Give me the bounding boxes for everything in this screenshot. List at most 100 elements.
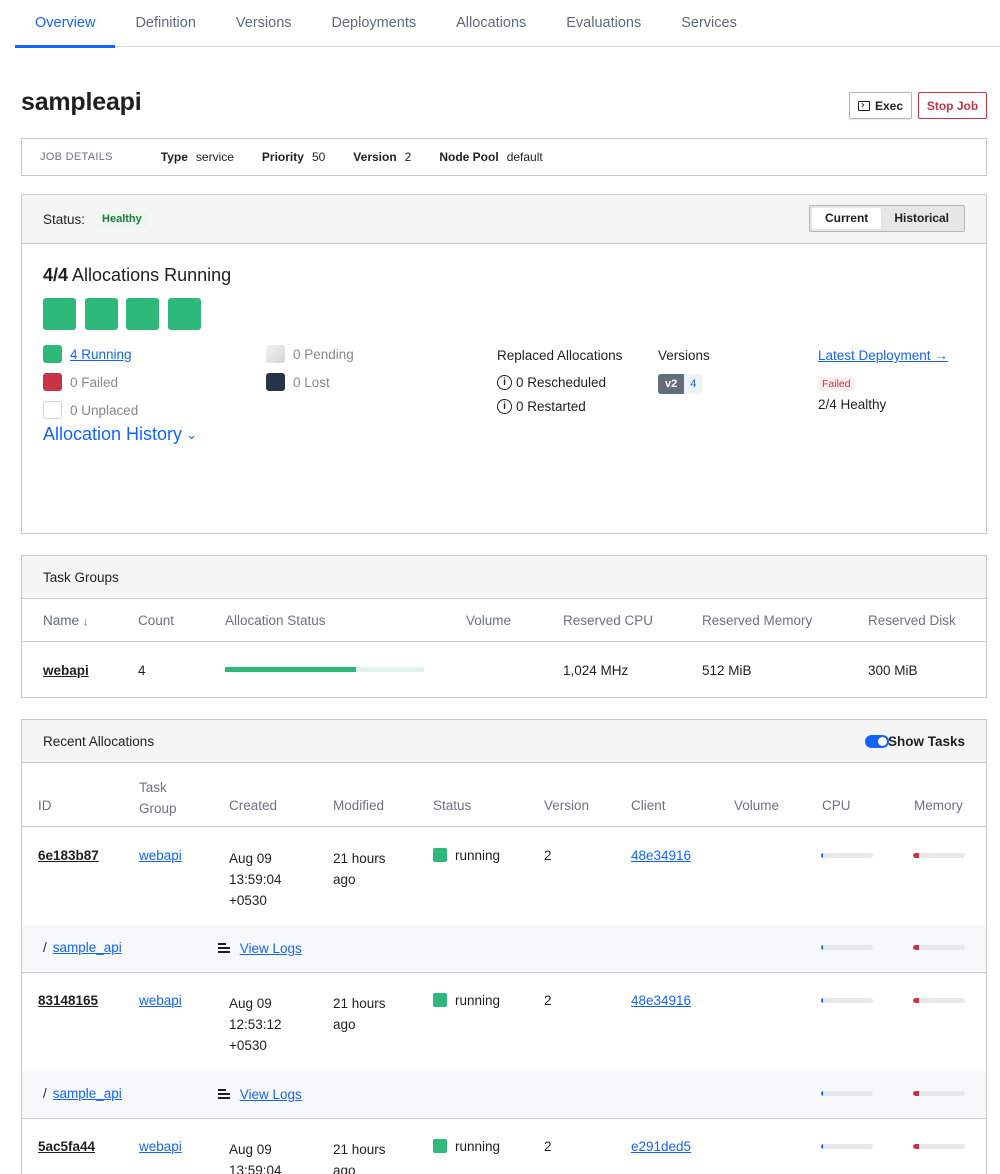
column-header-reserved-cpu[interactable]: Reserved CPU [563, 613, 653, 628]
cpu-usage-bar [821, 853, 873, 858]
restarted-count: i 0 Restarted [497, 399, 586, 414]
task-group-link[interactable]: webapi [139, 1139, 182, 1154]
cpu-usage-bar [821, 945, 873, 950]
job-details: JOB DETAILS Type service Priority 50 Versi… [21, 138, 987, 176]
memory-usage-bar [913, 1144, 965, 1149]
failed-swatch [43, 373, 62, 391]
legend-failed: 0 Failed [43, 373, 118, 391]
task-link[interactable]: sample_api [53, 940, 122, 955]
tab-deployments[interactable]: Deployments [312, 0, 437, 47]
sort-down-icon: ↓ [82, 616, 89, 628]
divider [22, 826, 986, 827]
column-header-reserved-disk[interactable]: Reserved Disk [868, 613, 956, 628]
cpu-usage-bar [821, 1144, 873, 1149]
allocation-id-link[interactable]: 5ac5fa44 [38, 1139, 95, 1154]
column-header-created[interactable]: Created [229, 798, 277, 813]
status-mode-toggle: Current Historical [808, 205, 965, 232]
stop-job-button[interactable]: Stop Job [918, 92, 987, 119]
column-header-count[interactable]: Count [138, 613, 174, 628]
column-header-modified[interactable]: Modified [333, 798, 384, 813]
allocation-block[interactable] [85, 298, 118, 330]
latest-deployment-link[interactable]: Latest Deployment → [818, 348, 948, 363]
running-status-icon [433, 1139, 447, 1153]
historical-button[interactable]: Historical [881, 208, 962, 229]
tab-services[interactable]: Services [661, 0, 757, 47]
page-title: sampleapi [21, 88, 142, 116]
allocation-block[interactable] [43, 298, 76, 330]
chevron-down-icon: ⌄ [186, 426, 197, 442]
view-logs-link[interactable]: View Logs [240, 941, 302, 956]
task-group-link[interactable]: webapi [139, 848, 182, 863]
tab-allocations[interactable]: Allocations [436, 0, 546, 47]
view-logs: View Logs [218, 1087, 302, 1102]
column-header-client[interactable]: Client [631, 798, 666, 813]
allocation-id-link[interactable]: 83148165 [38, 993, 98, 1008]
allocation-block[interactable] [168, 298, 201, 330]
unplaced-label: 0 Unplaced [70, 402, 139, 418]
column-header-version[interactable]: Version [544, 798, 589, 813]
logs-icon [218, 942, 230, 954]
rescheduled-count: i 0 Rescheduled [497, 375, 606, 390]
column-header-name[interactable]: Name ↓ [43, 613, 88, 628]
task-groups-header: Task Groups [22, 556, 986, 599]
arrow-right-icon: → [934, 348, 948, 363]
legend-pending: 0 Pending [266, 345, 354, 363]
running-link[interactable]: 4 Running [70, 347, 132, 362]
allocation-block[interactable] [126, 298, 159, 330]
memory-usage-bar [913, 1091, 965, 1096]
current-button[interactable]: Current [811, 208, 882, 229]
task-link[interactable]: sample_api [53, 1086, 122, 1101]
reserved-cpu: 1,024 MHz [563, 663, 629, 678]
recent-allocations-header: Recent Allocations Show Tasks [22, 720, 986, 763]
column-header-reserved-memory[interactable]: Reserved Memory [702, 613, 812, 628]
task-name: / sample_api [43, 940, 122, 955]
memory-usage-bar [913, 945, 965, 950]
task-row: / sample_api View Logs [22, 925, 986, 972]
memory-usage-bar [913, 998, 965, 1003]
task-groups-panel: Task Groups Name ↓ Count Allocation Stat… [21, 555, 987, 698]
job-status-panel: Status: Healthy Current Historical 4/4 A… [21, 194, 987, 534]
tab-overview[interactable]: Overview [15, 0, 116, 48]
modified-time: 21 hours ago [333, 996, 386, 1032]
column-header-status[interactable]: Status [433, 798, 471, 813]
view-logs-link[interactable]: View Logs [240, 1087, 302, 1102]
column-header-id[interactable]: ID [38, 798, 52, 813]
unplaced-swatch [43, 401, 62, 419]
allocation-status: running [433, 848, 500, 863]
task-group-count: 4 [138, 663, 146, 678]
running-status-icon [433, 848, 447, 862]
info-icon: i [497, 399, 512, 414]
status-panel-header: Status: Healthy Current Historical [22, 195, 986, 244]
column-header-task-group[interactable]: Task Group [139, 777, 189, 819]
column-header-cpu: CPU [822, 798, 851, 813]
allocation-status-fill [225, 667, 357, 672]
deployment-status-badge: Failed [818, 377, 855, 391]
allocation-version: 2 [544, 993, 552, 1008]
tab-versions[interactable]: Versions [216, 0, 312, 47]
pending-swatch [266, 345, 285, 363]
task-group-link[interactable]: webapi [139, 993, 182, 1008]
client-link[interactable]: e291ded5 [631, 1139, 691, 1154]
column-header-volume: Volume [734, 798, 780, 813]
status-badge: Healthy [97, 211, 147, 227]
cpu-usage-bar [821, 1091, 873, 1096]
running-swatch [43, 345, 62, 363]
task-group-link[interactable]: webapi [43, 663, 89, 678]
version-badge[interactable]: v2 4 [658, 374, 703, 394]
allocation-id-link[interactable]: 6e183b87 [38, 848, 99, 863]
column-header-volume: Volume [466, 613, 512, 628]
allocation-status-bar[interactable] [225, 667, 424, 672]
show-tasks-toggle[interactable] [865, 735, 889, 748]
allocation-history-toggle[interactable]: Allocation History ⌄ [43, 424, 197, 445]
job-version: Version 2 [353, 150, 412, 164]
client-link[interactable]: 48e34916 [631, 848, 691, 863]
tab-definition[interactable]: Definition [115, 0, 215, 47]
exec-button[interactable]: Exec [849, 92, 912, 119]
recent-allocations-panel: Recent Allocations Show Tasks ID Task Gr… [21, 719, 987, 1174]
client-link[interactable]: 48e34916 [631, 993, 691, 1008]
job-node-pool: Node Pool default [439, 150, 543, 164]
tab-evaluations[interactable]: Evaluations [546, 0, 661, 47]
pending-label: 0 Pending [293, 346, 354, 362]
legend-running: 4 Running [43, 345, 132, 363]
status-label: Status: [43, 211, 86, 227]
